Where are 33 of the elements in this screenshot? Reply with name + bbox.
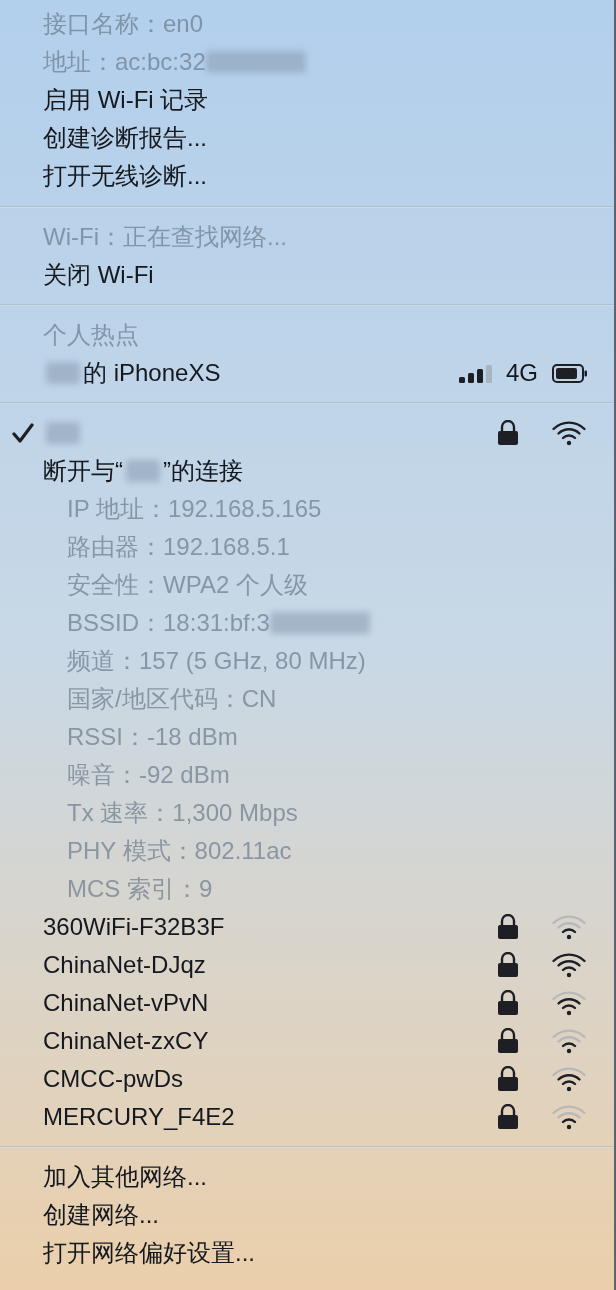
menu-item[interactable]: 断开与“ [43, 459, 123, 483]
menu-info-text: MCS 索引：9 [67, 877, 213, 901]
network-type-label: 4G [506, 361, 538, 385]
network-name[interactable]: MERCURY_F4E2 [43, 1105, 235, 1129]
menu-info-text: 接口名称：en0 [43, 12, 204, 36]
menu-info-text: 地址：ac:bc:32 [43, 50, 206, 74]
menu-info-text: BSSID：18:31:bf:3 [67, 611, 270, 635]
menu-item[interactable]: ”的连接 [163, 459, 243, 483]
menu-item[interactable]: 的 iPhoneXS [83, 361, 221, 385]
menu-item[interactable]: 打开无线诊断... [43, 164, 207, 188]
battery-icon [552, 363, 588, 383]
menu-info-text: 个人热点 [43, 323, 139, 347]
network-name[interactable]: ChinaNet-zxCY [43, 1029, 209, 1053]
menu-info-text: 国家/地区代码：CN [67, 687, 277, 711]
menu-item[interactable]: 启用 Wi-Fi 记录 [43, 88, 209, 112]
menu-item[interactable]: 打开网络偏好设置... [43, 1241, 255, 1265]
network-name[interactable]: ChinaNet-DJqz [43, 953, 206, 977]
menu-info-text: PHY 模式：802.11ac [67, 839, 292, 863]
menu-item[interactable]: 创建诊断报告... [43, 126, 207, 150]
menu-info-text: 噪音：-92 dBm [67, 763, 230, 787]
menu-item[interactable]: 创建网络... [43, 1203, 159, 1227]
menu-info-text: 频道：157 (5 GHz, 80 MHz) [67, 649, 366, 673]
menu-info-text: 安全性：WPA2 个人级 [67, 573, 308, 597]
menu-info-text: Tx 速率：1,300 Mbps [67, 801, 298, 825]
network-name[interactable]: CMCC-pwDs [43, 1067, 183, 1091]
menu-info-text: Wi-Fi：正在查找网络... [43, 225, 287, 249]
menu-item[interactable]: 关闭 Wi-Fi [43, 263, 154, 287]
network-name[interactable]: 360WiFi-F32B3F [43, 915, 225, 939]
network-name[interactable]: ChinaNet-vPvN [43, 991, 209, 1015]
menu-info-text: RSSI：-18 dBm [67, 725, 238, 749]
menu-info-text: 路由器：192.168.5.1 [67, 535, 290, 559]
menu-item[interactable]: 加入其他网络... [43, 1165, 207, 1189]
menu-info-text: IP 地址：192.168.5.165 [67, 497, 322, 521]
